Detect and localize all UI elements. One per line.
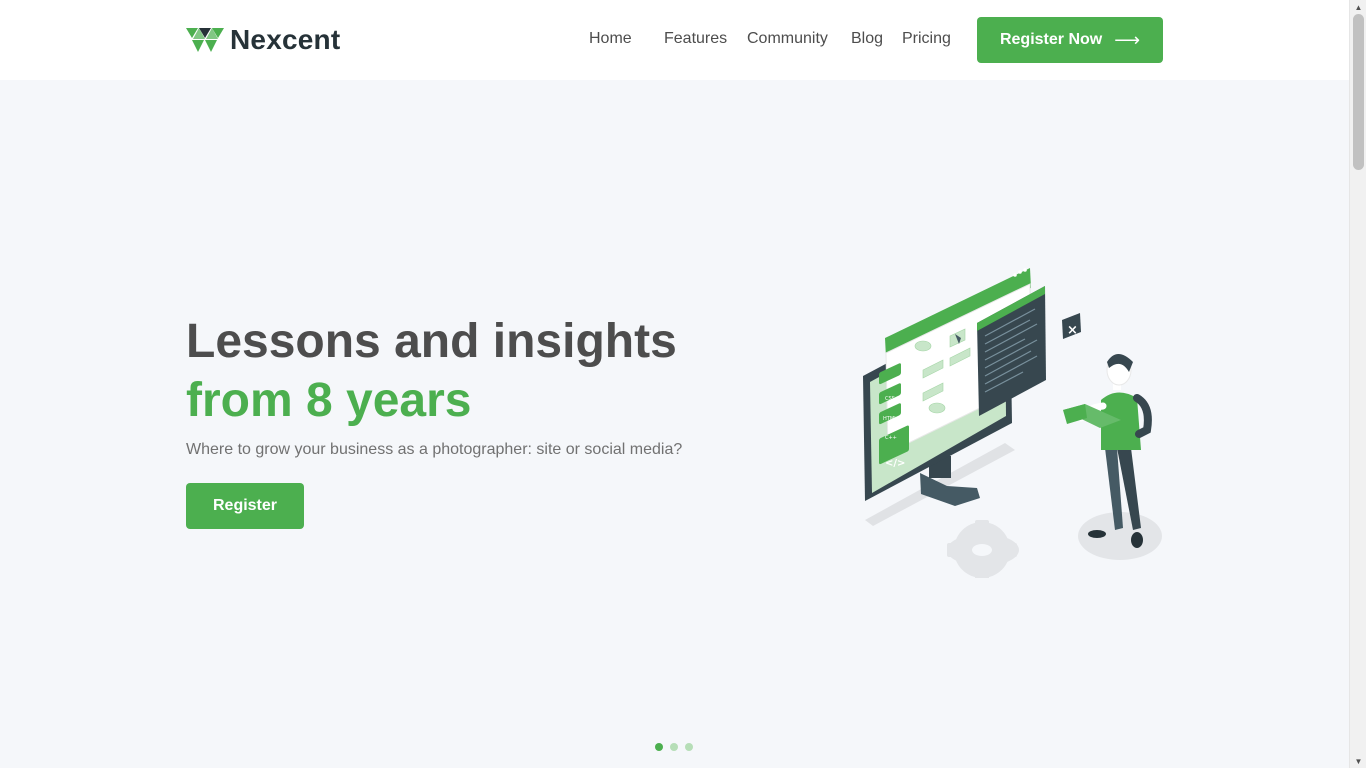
svg-text:×: × [1067, 323, 1078, 338]
gear-icon [947, 520, 1017, 578]
hero-title-line-1: Lessons and insights [186, 315, 677, 368]
nav-community[interactable]: Community [747, 30, 828, 48]
carousel-dot[interactable] [655, 743, 663, 751]
page-scrollbar[interactable]: ▲ ▼ [1349, 0, 1366, 768]
nav-features[interactable]: Features [664, 30, 727, 48]
developer-illustration: CSS HTML C++ </> × [863, 268, 1162, 578]
html-tag: HTML [883, 416, 897, 422]
register-now-button[interactable]: Register Now ⟶ [977, 17, 1163, 63]
close-box-icon: × [1062, 313, 1081, 339]
carousel-dot[interactable] [685, 743, 693, 751]
scrollbar-thumb[interactable] [1353, 14, 1364, 170]
carousel-dots [655, 743, 693, 751]
hero-title-line-2: from 8 years [186, 374, 472, 427]
code-tag: </> [885, 458, 905, 469]
css-tag: CSS [885, 396, 895, 402]
site-header: Nexcent Home Features Community Blog Pri… [0, 0, 1349, 80]
scroll-up-icon[interactable]: ▲ [1350, 0, 1366, 14]
register-now-label: Register Now [999, 31, 1103, 48]
carousel-dot[interactable] [670, 743, 678, 751]
nav-home[interactable]: Home [589, 30, 632, 48]
nav-pricing[interactable]: Pricing [902, 30, 951, 48]
nav-blog[interactable]: Blog [851, 30, 883, 48]
hero-subtitle: Where to grow your business as a photogr… [186, 441, 683, 458]
scroll-down-icon[interactable]: ▼ [1350, 754, 1366, 768]
arrow-right-icon: ⟶ [1114, 29, 1141, 50]
register-button[interactable]: Register [186, 483, 304, 529]
cpp-tag: C++ [885, 435, 897, 441]
